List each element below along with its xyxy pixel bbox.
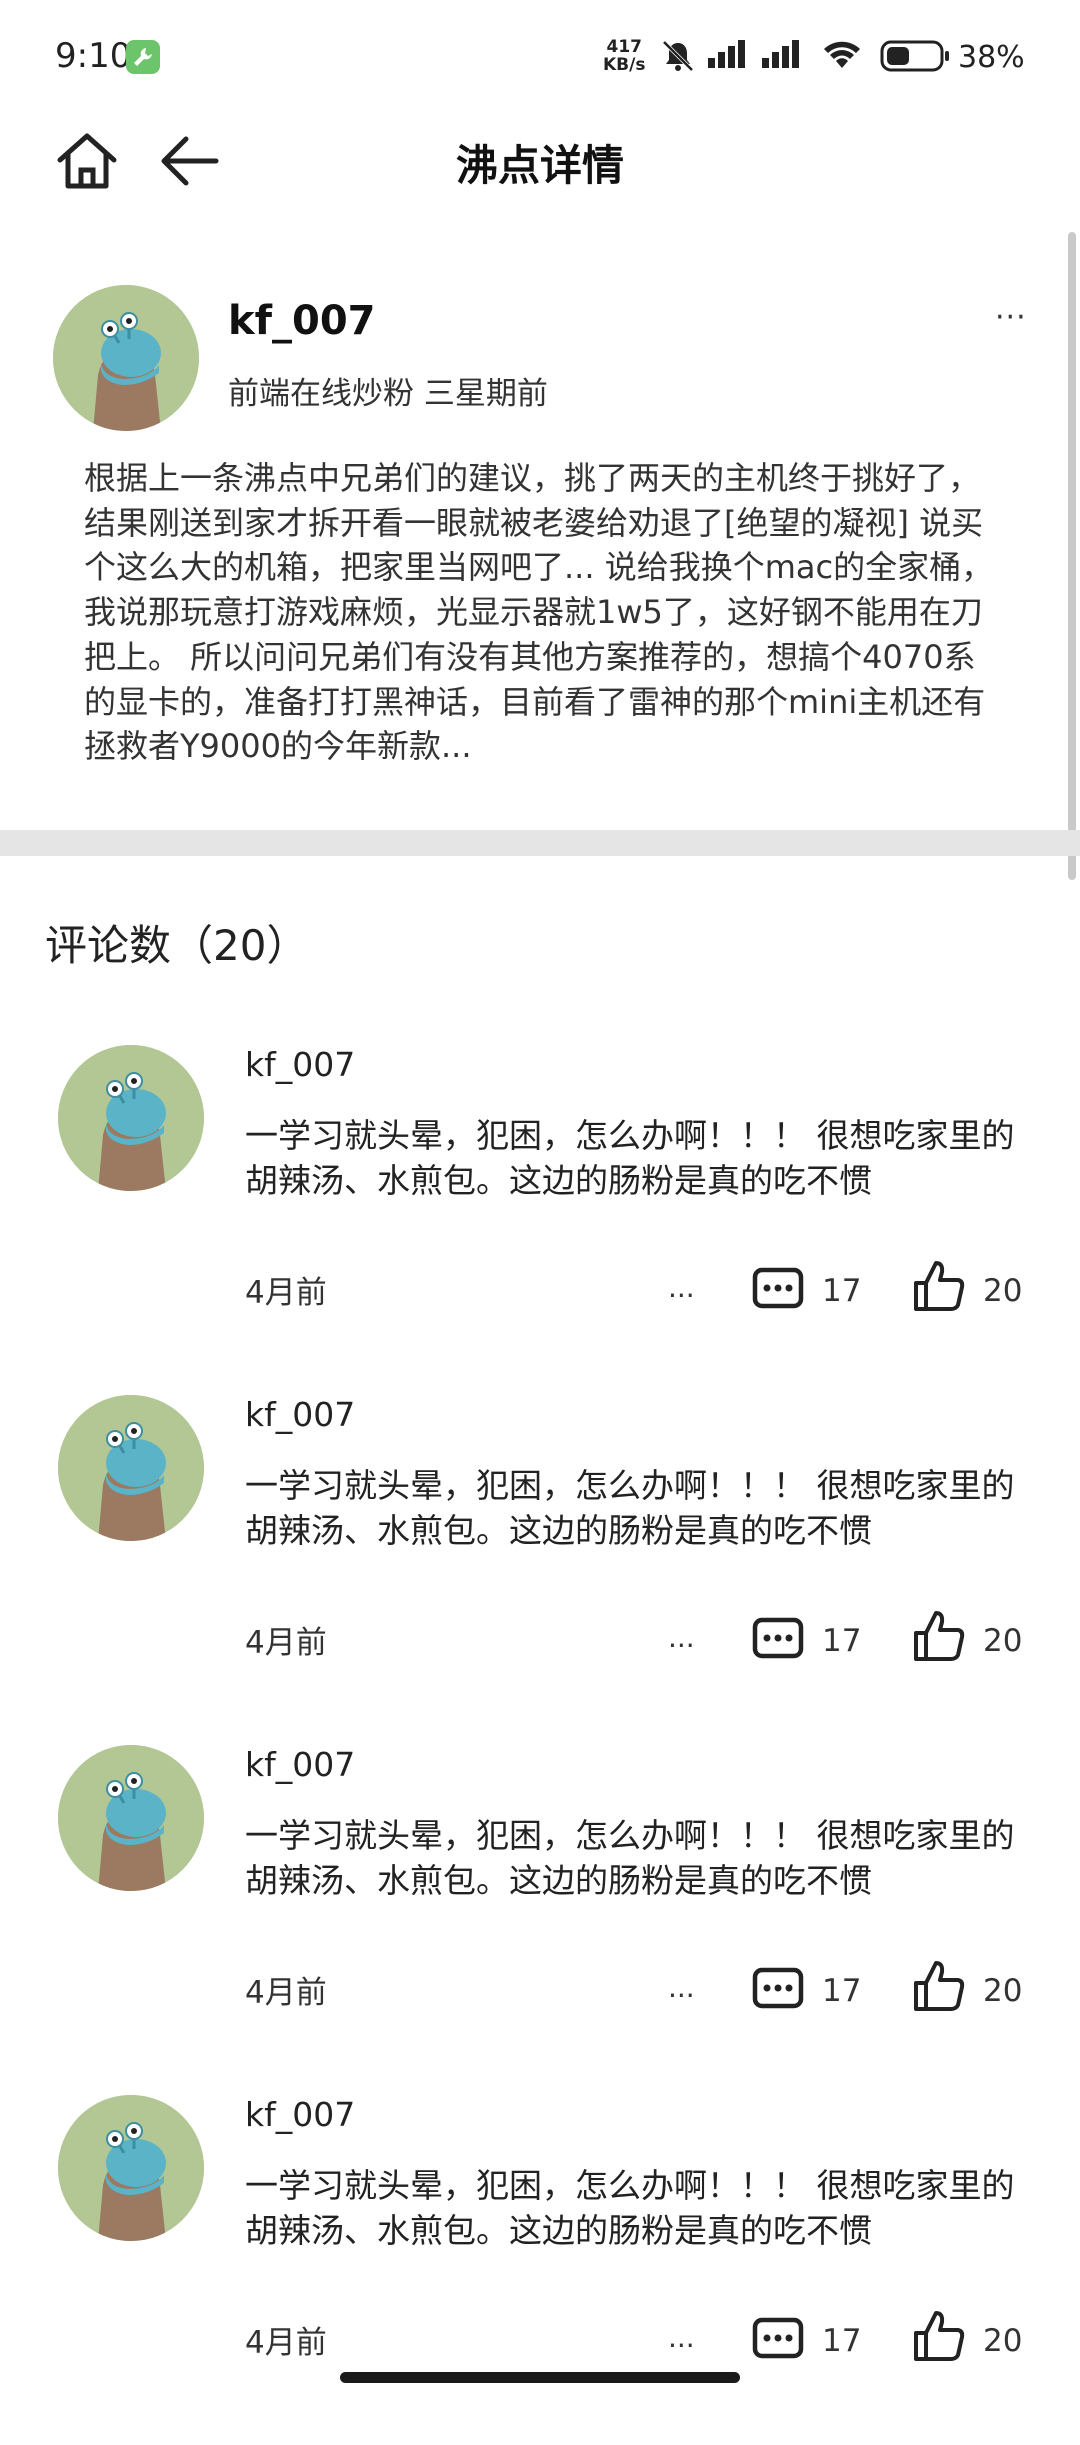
post-more-button[interactable]: ···	[995, 300, 1027, 335]
avatar[interactable]	[58, 2095, 204, 2241]
comment-more-button[interactable]: ...	[668, 1621, 695, 1654]
comment-time: 4月前	[245, 2325, 327, 2361]
comment-item: kf_007 一学习就头晕，犯困，怎么办啊！！！ 很想吃家里的胡辣汤、水煎包。这…	[0, 1045, 1080, 1395]
comment-time: 4月前	[245, 1975, 327, 2011]
snail-avatar-icon	[53, 285, 199, 431]
signal-icon	[708, 40, 745, 68]
home-indicator[interactable]	[340, 2372, 740, 2383]
wrench-icon	[126, 40, 160, 74]
post-username[interactable]: kf_007	[228, 298, 376, 344]
comment-like-count: 20	[983, 2323, 1023, 2359]
battery-icon	[880, 40, 949, 72]
scrollbar[interactable]	[1068, 232, 1076, 880]
snail-avatar-icon	[58, 1745, 204, 1891]
wifi-icon	[824, 41, 860, 68]
comment-time: 4月前	[245, 1275, 327, 1311]
comment-username[interactable]: kf_007	[245, 2095, 355, 2134]
status-bar: 9:10 417 KB/s 38%	[0, 0, 1080, 110]
net-speed-unit: KB/s	[603, 55, 646, 75]
comment-bubble-icon[interactable]	[752, 1967, 804, 2013]
signal-icon	[762, 40, 799, 68]
comment-like-count: 20	[983, 1623, 1023, 1659]
comment-bubble-icon[interactable]	[752, 1267, 804, 1313]
comment-reply-count: 17	[822, 1973, 862, 2009]
comment-text: 一学习就头晕，犯困，怎么办啊！！！ 很想吃家里的胡辣汤、水煎包。这边的肠粉是真的…	[245, 1116, 1015, 1200]
comment-bubble-icon[interactable]	[752, 2317, 804, 2363]
post-body: 根据上一条沸点中兄弟们的建议，挑了两天的主机终于挑好了，结果刚送到家才拆开看一眼…	[84, 459, 994, 766]
top-nav: 沸点详情	[0, 110, 1080, 220]
comment-item: kf_007 一学习就头晕，犯困，怎么办啊！！！ 很想吃家里的胡辣汤、水煎包。这…	[0, 2095, 1080, 2445]
snail-avatar-icon	[58, 1395, 204, 1541]
page-title: 沸点详情	[455, 141, 624, 190]
comment-more-button[interactable]: ...	[668, 2321, 695, 2354]
section-divider	[0, 830, 1080, 856]
snail-avatar-icon	[58, 1045, 204, 1191]
avatar[interactable]	[53, 285, 199, 431]
battery-percent: 38%	[958, 40, 1025, 75]
comment-reply-count: 17	[822, 1273, 862, 1309]
comment-more-button[interactable]: ...	[668, 1271, 695, 1304]
comment-more-button[interactable]: ...	[668, 1971, 695, 2004]
snail-avatar-icon	[58, 2095, 204, 2241]
thumbs-up-icon[interactable]	[912, 1609, 966, 1663]
net-speed-value: 417	[606, 37, 642, 57]
net-speed: 417 KB/s	[603, 38, 645, 74]
comment-like-count: 20	[983, 1273, 1023, 1309]
comment-text: 一学习就头晕，犯困，怎么办啊！！！ 很想吃家里的胡辣汤、水煎包。这边的肠粉是真的…	[245, 1466, 1015, 1550]
comment-item: kf_007 一学习就头晕，犯困，怎么办啊！！！ 很想吃家里的胡辣汤、水煎包。这…	[0, 1745, 1080, 2095]
post-meta: 前端在线炒粉 三星期前	[228, 376, 548, 412]
comment-text: 一学习就头晕，犯困，怎么办啊！！！ 很想吃家里的胡辣汤、水煎包。这边的肠粉是真的…	[245, 2166, 1015, 2250]
comment-like-count: 20	[983, 1973, 1023, 2009]
avatar[interactable]	[58, 1745, 204, 1891]
comment-username[interactable]: kf_007	[245, 1045, 355, 1084]
comment-reply-count: 17	[822, 1623, 862, 1659]
thumbs-up-icon[interactable]	[912, 1959, 966, 2013]
comment-reply-count: 17	[822, 2323, 862, 2359]
avatar[interactable]	[58, 1395, 204, 1541]
avatar[interactable]	[58, 1045, 204, 1191]
comment-username[interactable]: kf_007	[245, 1395, 355, 1434]
comment-time: 4月前	[245, 1625, 327, 1661]
comment-text: 一学习就头晕，犯困，怎么办啊！！！ 很想吃家里的胡辣汤、水煎包。这边的肠粉是真的…	[245, 1816, 1015, 1900]
comments-count-title: 评论数（20）	[45, 921, 309, 970]
status-time: 9:10	[55, 36, 132, 76]
thumbs-up-icon[interactable]	[912, 2309, 966, 2363]
thumbs-up-icon[interactable]	[912, 1259, 966, 1313]
comment-item: kf_007 一学习就头晕，犯困，怎么办啊！！！ 很想吃家里的胡辣汤、水煎包。这…	[0, 1395, 1080, 1745]
comment-bubble-icon[interactable]	[752, 1617, 804, 1663]
bell-off-icon	[662, 40, 694, 72]
comment-username[interactable]: kf_007	[245, 1745, 355, 1784]
